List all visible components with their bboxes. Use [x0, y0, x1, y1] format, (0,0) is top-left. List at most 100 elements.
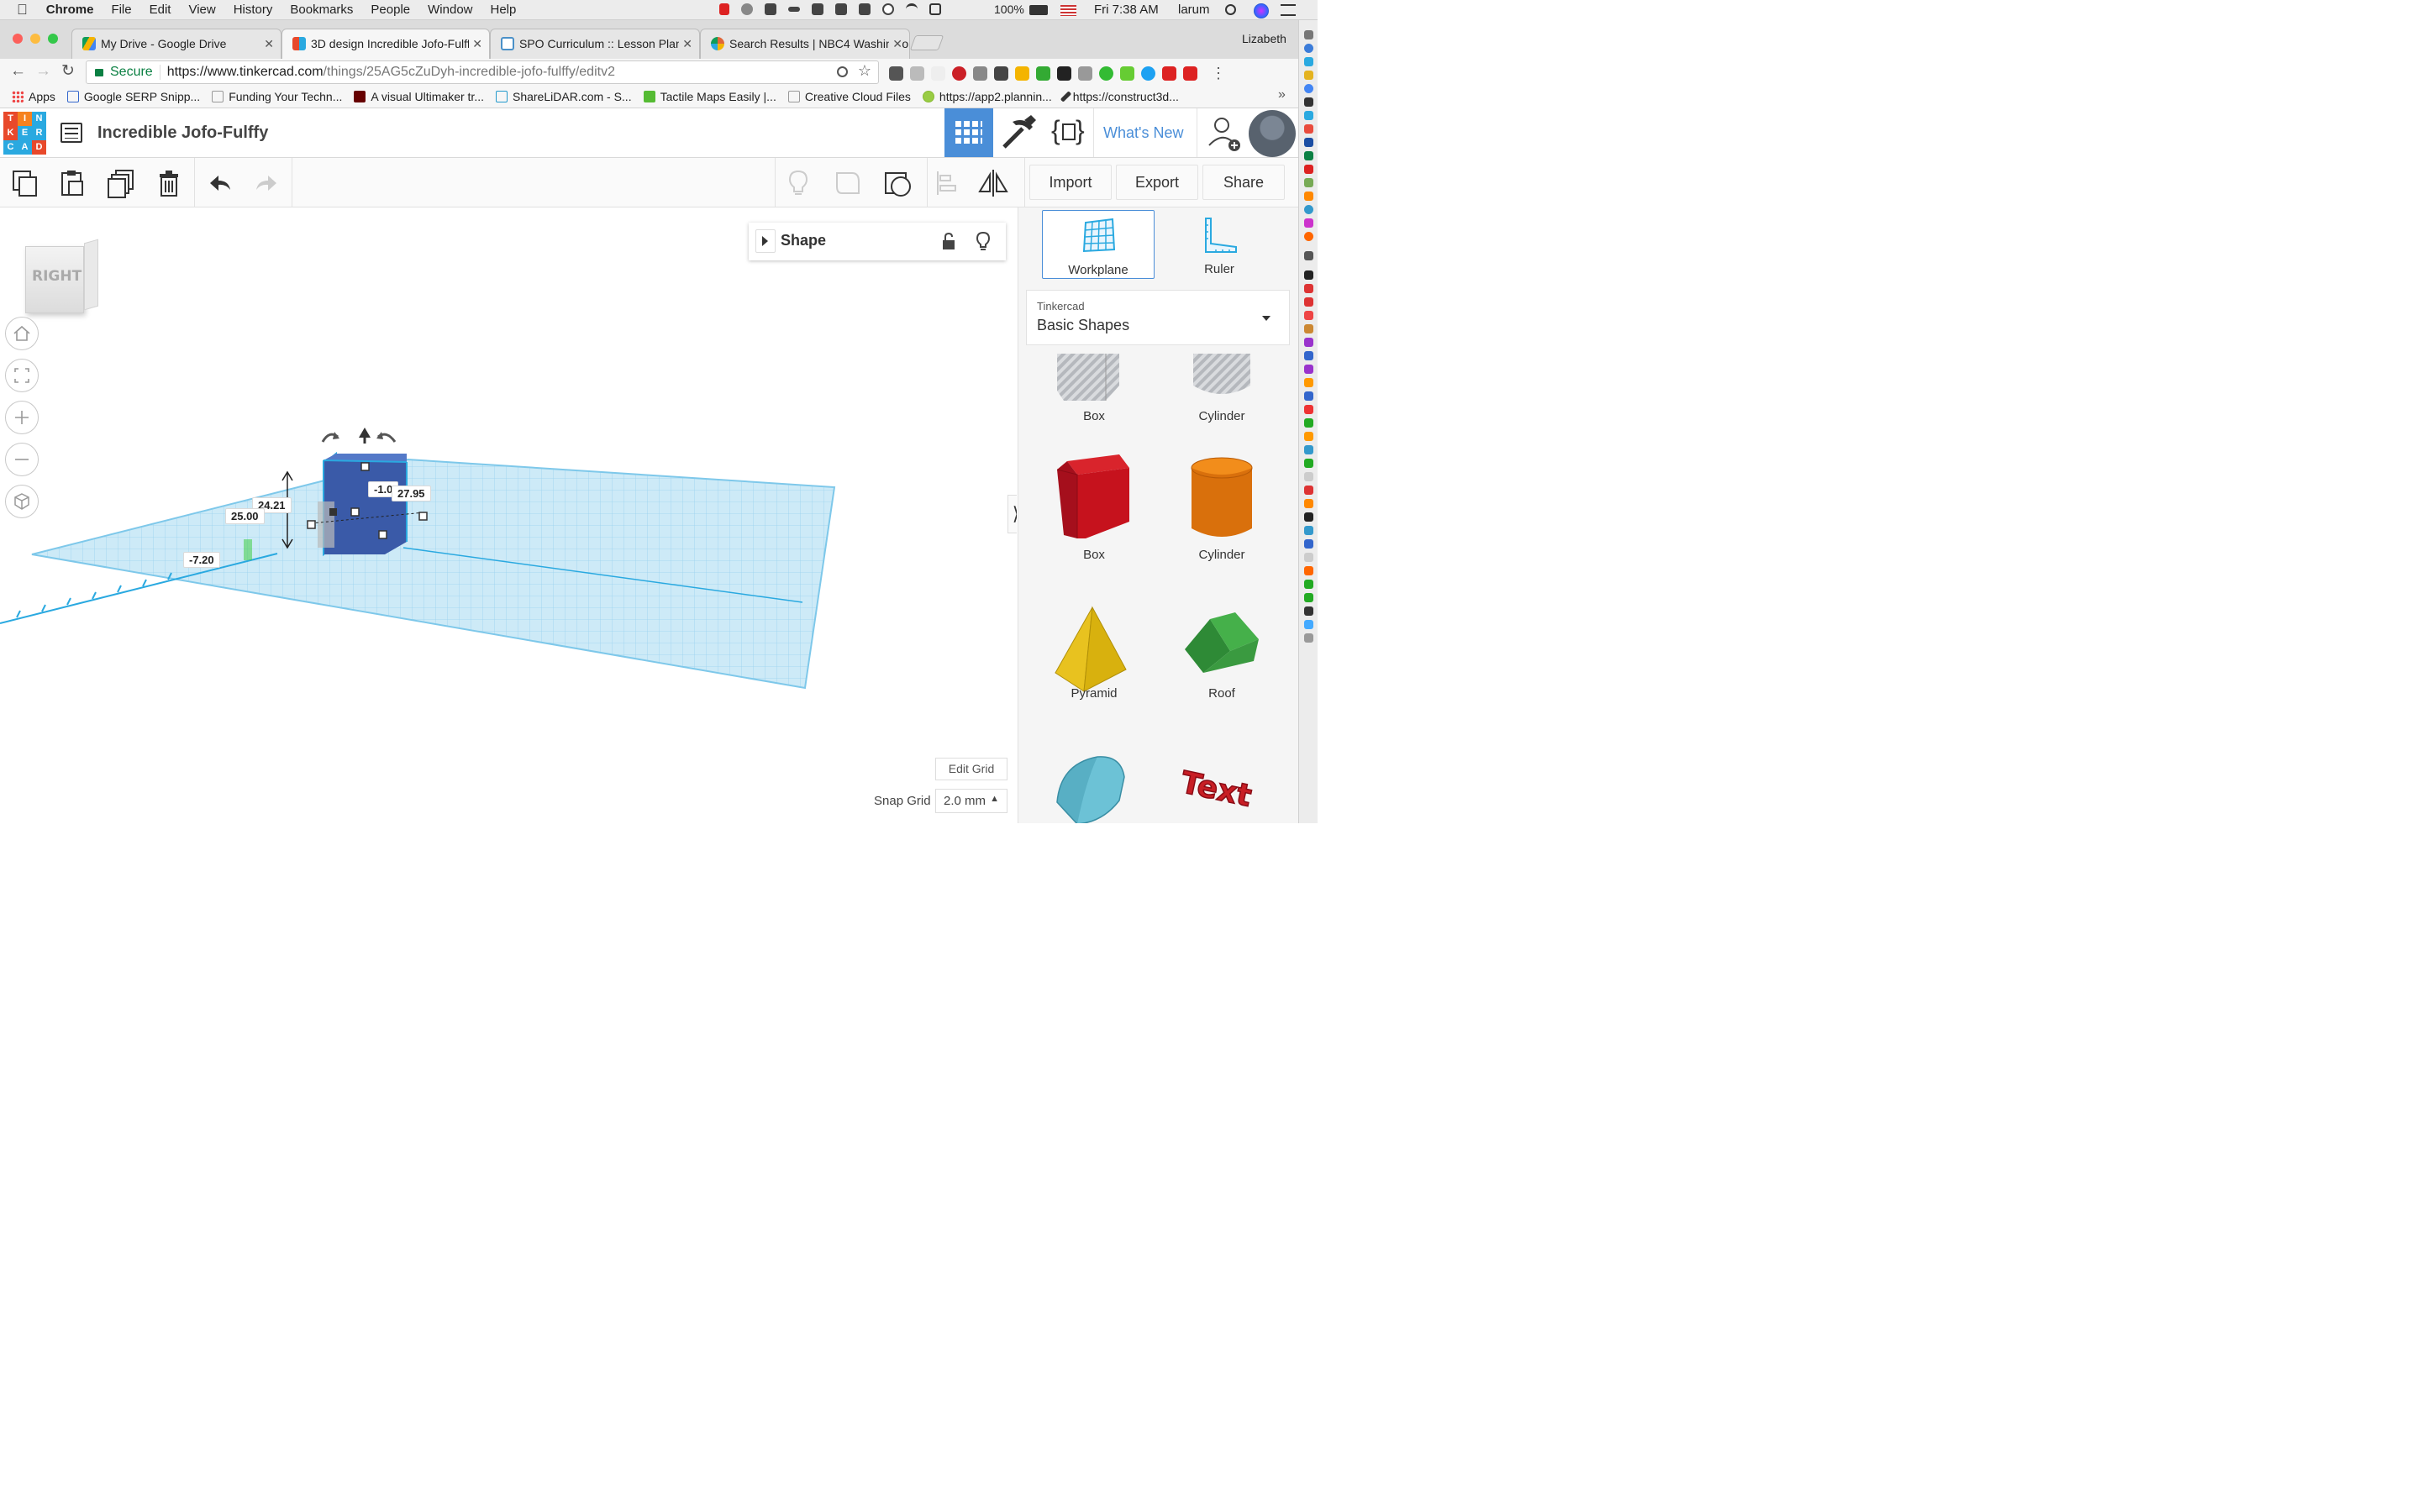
- view-cube[interactable]: RIGHT: [25, 239, 101, 317]
- tab-spo-curriculum[interactable]: SPO Curriculum :: Lesson Plans ✕: [490, 29, 700, 59]
- dock-app-icon[interactable]: [1303, 391, 1313, 401]
- camera-icon[interactable]: [1078, 66, 1092, 81]
- box-hole-shape[interactable]: [1052, 354, 1136, 404]
- menu-file[interactable]: File: [111, 3, 131, 17]
- recording-icon[interactable]: [719, 3, 729, 15]
- drive-sync-icon[interactable]: [765, 3, 776, 15]
- dock-app-icon[interactable]: [1303, 192, 1313, 201]
- bookmark-apps[interactable]: Apps: [12, 90, 55, 103]
- menu-chrome[interactable]: Chrome: [46, 3, 94, 17]
- dock-app-icon[interactable]: [1303, 620, 1313, 629]
- mirror-icon[interactable]: [976, 166, 1010, 200]
- dock-app-icon[interactable]: [1303, 593, 1313, 602]
- close-window-button[interactable]: [13, 34, 23, 44]
- invite-user-button[interactable]: [1197, 108, 1249, 157]
- 3d-viewport[interactable]: RIGHT -1.0 27.95 24.21 25.00 -7.20 Edit …: [0, 207, 1017, 823]
- pyramid-shape[interactable]: [1052, 599, 1136, 700]
- group-shapes-icon[interactable]: [830, 166, 864, 200]
- close-tab-icon[interactable]: ✕: [264, 29, 274, 58]
- workplane-grid[interactable]: [0, 207, 1017, 823]
- omnibox[interactable]: Secure https://www.tinkercad.com /things…: [86, 60, 879, 84]
- extension-icon[interactable]: [931, 66, 945, 81]
- box-shape[interactable]: [1052, 454, 1136, 542]
- screen-capture-icon[interactable]: [812, 3, 823, 15]
- dock-app-icon[interactable]: [1303, 445, 1313, 454]
- download-icon[interactable]: [1099, 66, 1113, 81]
- evernote-icon[interactable]: [859, 3, 871, 15]
- close-tab-icon[interactable]: ✕: [469, 29, 482, 58]
- export-button[interactable]: Export: [1116, 165, 1198, 200]
- dock-app-icon[interactable]: [1303, 311, 1313, 320]
- bookmark-ultimaker[interactable]: A visual Ultimaker tr...: [354, 90, 484, 103]
- text-shape[interactable]: Text: [1176, 757, 1269, 816]
- menu-bookmarks[interactable]: Bookmarks: [290, 3, 353, 17]
- 3d-design-view-button[interactable]: [944, 108, 993, 157]
- dock-app-icon[interactable]: [1303, 124, 1313, 134]
- chrome-menu-icon[interactable]: ⋮: [1211, 65, 1226, 82]
- clock[interactable]: Fri 7:38 AM: [1094, 3, 1159, 17]
- twitter-icon[interactable]: [1141, 66, 1155, 81]
- profile-name[interactable]: Lizabeth: [1242, 32, 1286, 45]
- dock-app-icon[interactable]: [1303, 378, 1313, 387]
- lightbulb-icon[interactable]: [975, 231, 992, 251]
- us-flag-icon[interactable]: [1060, 5, 1076, 16]
- dock-app-icon[interactable]: [1303, 486, 1313, 495]
- battery-icon[interactable]: [1029, 5, 1048, 15]
- dock-app-icon[interactable]: [1303, 338, 1313, 347]
- forward-button[interactable]: →: [35, 62, 51, 81]
- dock-app-icon[interactable]: [1303, 566, 1313, 575]
- dock-app-icon[interactable]: [1303, 324, 1313, 333]
- dock-app-icon[interactable]: [1303, 606, 1313, 616]
- half-cylinder-shape[interactable]: [1052, 748, 1136, 823]
- zoom-out-button[interactable]: [5, 443, 39, 476]
- dock-app-icon[interactable]: [1303, 405, 1313, 414]
- dock-app-icon[interactable]: [1303, 580, 1313, 589]
- bookmark-creative-cloud[interactable]: Creative Cloud Files: [787, 90, 911, 103]
- colorpick-icon[interactable]: [1015, 66, 1029, 81]
- battery-status-icon[interactable]: [788, 7, 800, 12]
- snap-grid-select[interactable]: 2.0 mm ▲: [935, 789, 1007, 813]
- dock-app-icon[interactable]: [1303, 97, 1313, 107]
- dock-app-icon[interactable]: [1303, 539, 1313, 549]
- zoom-window-button[interactable]: [48, 34, 58, 44]
- bookmark-funding[interactable]: Funding Your Techn...: [212, 90, 342, 103]
- rotate-handle-icon[interactable]: [373, 428, 398, 445]
- print-friendly-icon[interactable]: [1036, 66, 1050, 81]
- dimension-elevation[interactable]: -7.20: [183, 552, 220, 568]
- dock-app-icon[interactable]: [1303, 351, 1313, 360]
- bookmark-star-icon[interactable]: ☆: [858, 62, 871, 80]
- dock-app-icon[interactable]: [1303, 205, 1313, 214]
- menu-window[interactable]: Window: [428, 3, 472, 17]
- wifi-icon[interactable]: [906, 3, 918, 15]
- dock-app-icon[interactable]: [1303, 633, 1313, 643]
- dock-app-icon[interactable]: [1303, 44, 1313, 53]
- dock-app-icon[interactable]: [1303, 178, 1313, 187]
- close-tab-icon[interactable]: ✕: [679, 29, 692, 58]
- extension-icon[interactable]: [973, 66, 987, 81]
- cylinder-shape[interactable]: [1180, 456, 1264, 543]
- dock-app-icon[interactable]: [1303, 165, 1313, 174]
- codeblocks-button[interactable]: { }: [1044, 108, 1094, 157]
- menu-edit[interactable]: Edit: [150, 3, 171, 17]
- tab-nbc4[interactable]: Search Results | NBC4 Washington ✕: [700, 29, 910, 59]
- dock-app-icon[interactable]: [1303, 138, 1313, 147]
- dock-app-icon[interactable]: [1303, 30, 1313, 39]
- time-machine-icon[interactable]: [882, 3, 894, 15]
- selected-box-shape[interactable]: [193, 422, 471, 590]
- cylinder-hole-shape[interactable]: [1180, 354, 1264, 404]
- paste-icon[interactable]: [55, 166, 89, 200]
- design-title[interactable]: Incredible Jofo-Fulffy: [97, 123, 268, 143]
- dock-app-icon[interactable]: [1303, 432, 1313, 441]
- dock-app-icon[interactable]: [1303, 526, 1313, 535]
- menu-help[interactable]: Help: [491, 3, 517, 17]
- airplay-icon[interactable]: [929, 3, 941, 15]
- perspective-toggle-button[interactable]: [5, 485, 39, 518]
- user-menu[interactable]: larum: [1178, 3, 1210, 17]
- dock-app-icon[interactable]: [1303, 459, 1313, 468]
- more-bookmarks-icon[interactable]: »: [1278, 87, 1286, 102]
- notification-center-icon[interactable]: [1281, 4, 1296, 16]
- pdf-icon[interactable]: [1162, 66, 1176, 81]
- expand-panel-button[interactable]: [755, 229, 776, 253]
- menu-people[interactable]: People: [371, 3, 410, 17]
- siri-icon[interactable]: [1254, 3, 1269, 18]
